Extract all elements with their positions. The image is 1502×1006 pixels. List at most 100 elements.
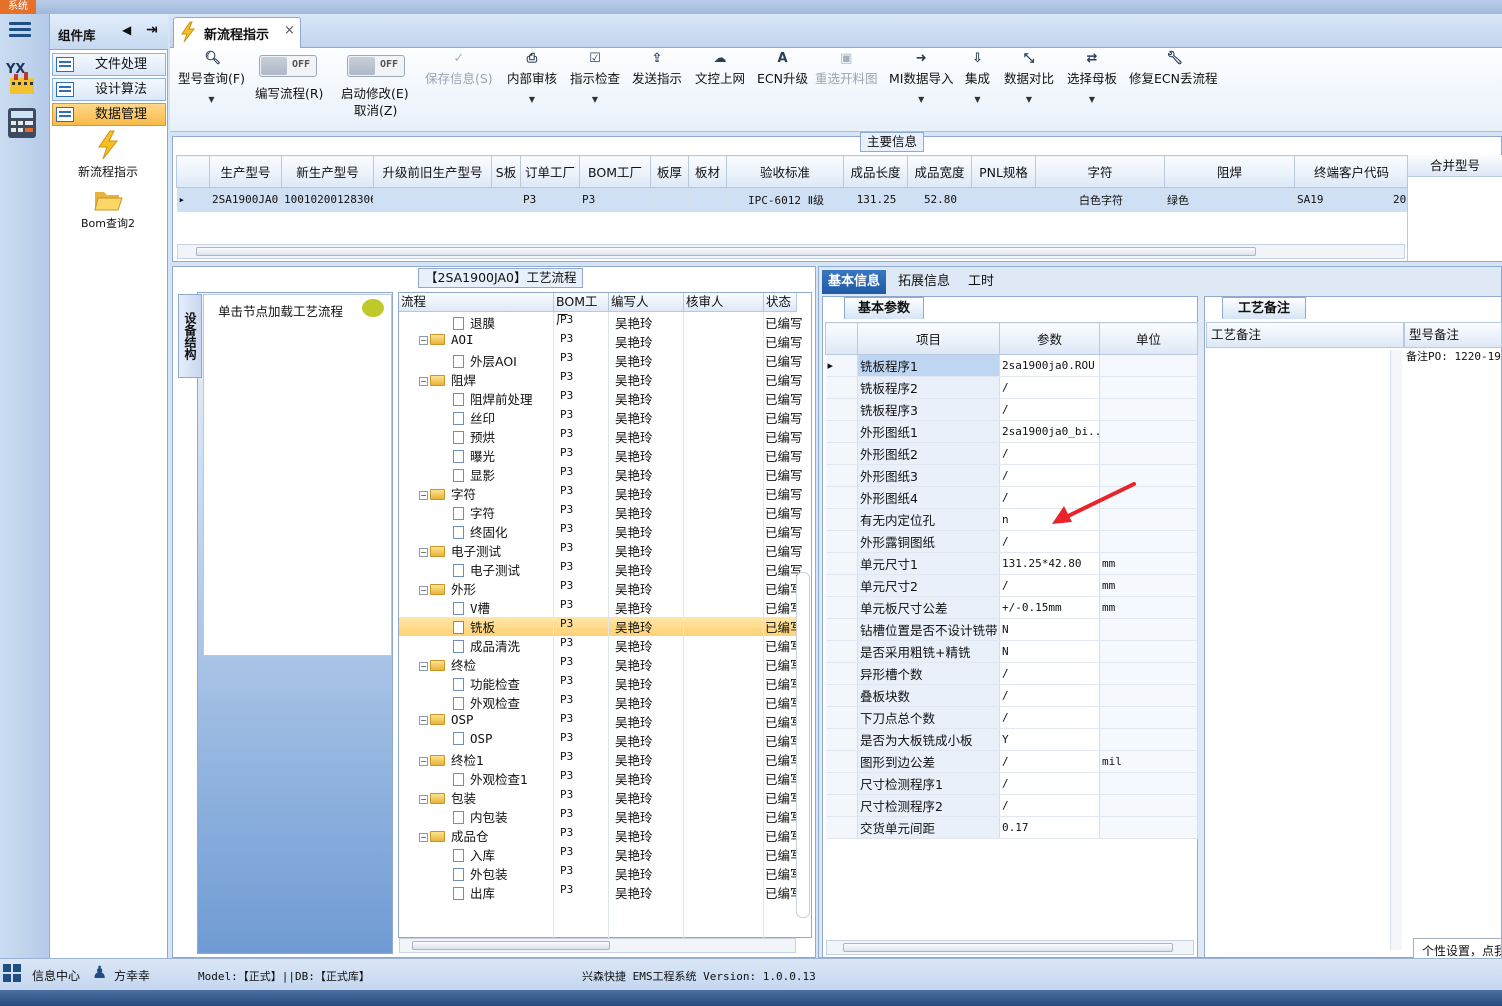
tree-row[interactable]: OSP P3 吴艳玲 已编写: [399, 731, 803, 750]
tree-cell-writer[interactable]: 吴艳玲: [615, 712, 653, 731]
tree-row[interactable]: 铣板 P3 吴艳玲 已编写: [399, 617, 803, 636]
param-value[interactable]: 0.17: [999, 816, 1100, 839]
tree-cell-status[interactable]: 已编写: [765, 408, 803, 427]
tree-cell-status[interactable]: 已编写: [765, 313, 803, 332]
tree-cell-factory[interactable]: P3: [560, 750, 573, 763]
tree-cell-factory[interactable]: P3: [560, 826, 573, 839]
windows-grid-icon[interactable]: [3, 964, 21, 982]
tree-cell-writer[interactable]: 吴艳玲: [615, 389, 653, 408]
tree-cell-writer[interactable]: 吴艳玲: [615, 370, 653, 389]
table-cell[interactable]: 131.25: [843, 187, 908, 212]
cancel-label[interactable]: 取消(Z): [354, 100, 397, 119]
params-row[interactable]: 单元尺寸1 131.25*42.80 mm: [825, 552, 1198, 575]
integrate-button[interactable]: ⇩ 集成 ▼: [965, 52, 990, 105]
param-value[interactable]: /: [999, 684, 1100, 707]
tree-cell-factory[interactable]: P3: [560, 731, 573, 744]
params-row[interactable]: 单元尺寸2/mm: [825, 574, 1198, 597]
collapse-icon[interactable]: −: [419, 377, 428, 386]
component-item-design[interactable]: 设计算法: [52, 78, 166, 101]
load-process-box[interactable]: 单击节点加载工艺流程: [203, 294, 392, 656]
column-header[interactable]: BOM工厂: [554, 293, 609, 327]
tab-device-structure[interactable]: 设备结构: [178, 294, 202, 378]
tree-row[interactable]: 功能检查 P3 吴艳玲 已编写: [399, 674, 803, 693]
tree-cell-factory[interactable]: P3: [560, 560, 573, 573]
tree-cell-factory[interactable]: P3: [560, 465, 573, 478]
param-value[interactable]: Y: [999, 728, 1100, 751]
tree-node[interactable]: − 电子测试: [419, 541, 501, 560]
shortcut-new-process[interactable]: 新流程指示: [68, 130, 148, 180]
param-value[interactable]: /: [999, 662, 1100, 685]
column-header[interactable]: PNL规格: [971, 155, 1036, 188]
tree-cell-writer[interactable]: 吴艳玲: [615, 731, 653, 750]
tree-cell-factory[interactable]: P3: [560, 408, 573, 421]
tree-cell-writer[interactable]: 吴艳玲: [615, 408, 653, 427]
param-value[interactable]: /: [999, 530, 1100, 553]
write-process-toggle[interactable]: OFF: [259, 55, 317, 77]
tree-row[interactable]: − 字符 P3 吴艳玲 已编写: [399, 484, 803, 503]
column-header[interactable]: S板: [491, 155, 521, 188]
tree-row[interactable]: V槽 P3 吴艳玲 已编写: [399, 598, 803, 617]
table-cell[interactable]: 白色字符: [1035, 187, 1165, 212]
tree-cell-writer[interactable]: 吴艳玲: [615, 826, 653, 845]
tree-row[interactable]: − OSP P3 吴艳玲 已编写: [399, 712, 803, 731]
tree-row[interactable]: 入库 P3 吴艳玲 已编写: [399, 845, 803, 864]
tree-node[interactable]: 入库: [453, 845, 495, 864]
tab-work-hours[interactable]: 工时: [962, 270, 1000, 294]
model-query-button[interactable]: 🔍︎ 型号查询(F) ▼: [178, 52, 245, 105]
component-item-file[interactable]: 文件处理: [52, 53, 166, 76]
tree-node[interactable]: 电子测试: [453, 560, 520, 579]
column-header[interactable]: 生产型号: [209, 155, 282, 188]
internal-review-button[interactable]: ⎙ 内部审核 ▼: [507, 52, 557, 105]
tree-cell-writer[interactable]: 吴艳玲: [615, 674, 653, 693]
notes-vscrollbar[interactable]: [1390, 350, 1402, 950]
tree-cell-status[interactable]: 已编写: [765, 389, 803, 408]
tree-cell-factory[interactable]: P3: [560, 503, 573, 516]
tree-node[interactable]: 显影: [453, 465, 495, 484]
tree-row[interactable]: − 阻焊 P3 吴艳玲 已编写: [399, 370, 803, 389]
column-header[interactable]: 验收标准: [726, 155, 844, 188]
collapse-icon[interactable]: −: [419, 757, 428, 766]
param-value[interactable]: N: [999, 640, 1100, 663]
tree-cell-status[interactable]: 已编写: [765, 427, 803, 446]
params-row[interactable]: 外形图纸2/: [825, 442, 1198, 465]
tree-cell-writer[interactable]: 吴艳玲: [615, 313, 653, 332]
params-row[interactable]: 尺寸检测程序1/: [825, 772, 1198, 795]
save-info-button[interactable]: ✓ 保存信息(S): [425, 52, 493, 87]
tree-node[interactable]: − AOI: [419, 332, 474, 347]
param-value[interactable]: /: [999, 398, 1100, 421]
param-value[interactable]: /: [999, 750, 1100, 773]
param-value[interactable]: /: [999, 376, 1100, 399]
tree-row[interactable]: 外观检查 P3 吴艳玲 已编写: [399, 693, 803, 712]
param-value[interactable]: /: [999, 706, 1100, 729]
tree-node[interactable]: − 阻焊: [419, 370, 476, 389]
tree-cell-factory[interactable]: P3: [560, 389, 573, 402]
column-header[interactable]: 状态: [764, 293, 797, 312]
param-value[interactable]: 2sa1900ja0.ROU: [999, 354, 1100, 377]
tree-row[interactable]: 电子测试 P3 吴艳玲 已编写: [399, 560, 803, 579]
chevron-down-icon[interactable]: ▼: [965, 95, 990, 104]
tree-node[interactable]: 出库: [453, 883, 495, 902]
params-row[interactable]: 是否为大板铣成小板 Y: [825, 728, 1198, 751]
pin-panel-icon[interactable]: ⇥: [146, 22, 158, 38]
tree-node[interactable]: − 包装: [419, 788, 476, 807]
collapse-icon[interactable]: −: [419, 716, 428, 725]
tree-node[interactable]: − 外形: [419, 579, 476, 598]
column-header[interactable]: 阻焊: [1164, 155, 1295, 188]
column-header[interactable]: 升级前旧生产型号: [373, 155, 492, 188]
repair-ecn-button[interactable]: 🔧︎ 修复ECN丢流程: [1129, 52, 1217, 87]
tree-cell-writer[interactable]: 吴艳玲: [615, 693, 653, 712]
tree-cell-factory[interactable]: P3: [560, 674, 573, 687]
tree-cell-writer[interactable]: 吴艳玲: [615, 446, 653, 465]
params-row[interactable]: ▸ 铣板程序1 2sa1900ja0.ROU: [825, 354, 1198, 377]
column-header[interactable]: 成品长度: [843, 155, 908, 188]
table-cell[interactable]: SA19: [1294, 187, 1409, 212]
tree-node[interactable]: − 成品仓: [419, 826, 489, 845]
tree-cell-factory[interactable]: P3: [560, 332, 573, 345]
tree-node[interactable]: 曝光: [453, 446, 495, 465]
tree-cell-factory[interactable]: P3: [560, 313, 573, 326]
table-cell[interactable]: P3: [579, 187, 651, 212]
tree-cell-factory[interactable]: P3: [560, 446, 573, 459]
tree-cell-status[interactable]: 已编写: [765, 484, 803, 503]
tree-cell-status[interactable]: 已编写: [765, 446, 803, 465]
chevron-down-icon[interactable]: ▼: [1067, 95, 1117, 104]
